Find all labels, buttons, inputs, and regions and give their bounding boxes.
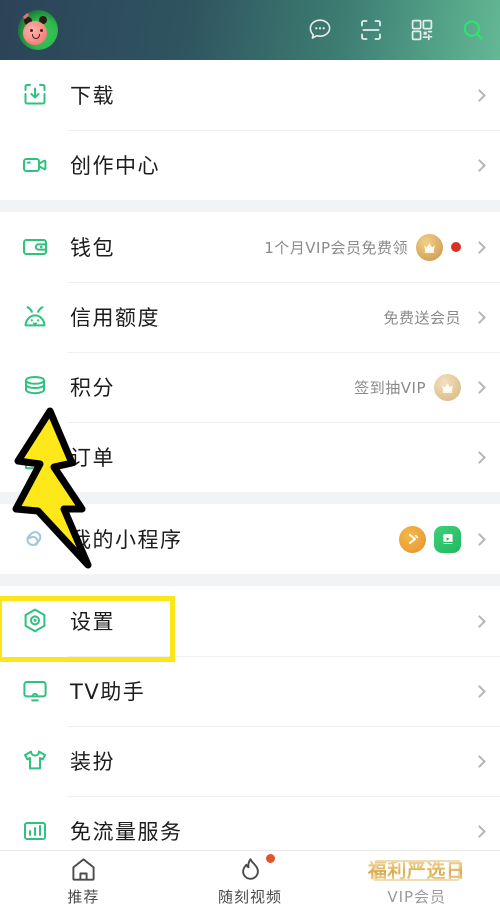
chevron-right-icon	[473, 754, 486, 768]
credit-icon	[18, 300, 52, 334]
menu-group-content: 下载 创作中心	[0, 60, 500, 200]
menu-row-right	[469, 684, 486, 698]
nav-item-vip[interactable]: 福利严选日 VIP会员	[333, 851, 500, 912]
points-icon	[18, 370, 52, 404]
points-promo-text: 签到抽VIP	[354, 378, 426, 397]
menu-row-label: 创作中心	[70, 154, 160, 178]
menu-row-label: 装扮	[70, 750, 115, 774]
vip-banner: 福利严选日	[368, 856, 466, 883]
nav-item-label: VIP会员	[387, 888, 447, 906]
chevron-right-icon	[473, 450, 486, 464]
menu-row-settings[interactable]: 设置	[0, 586, 500, 656]
section-divider	[0, 200, 500, 212]
search-icon[interactable]	[460, 17, 486, 43]
menu-row-right: 免费送会员	[383, 307, 486, 328]
menu-group-settings: 设置 TV助手 装扮 免流量服务	[0, 586, 500, 866]
menu-row-mini-programs[interactable]: 我的小程序	[0, 504, 500, 574]
menu-row-label: 免流量服务	[70, 820, 183, 844]
dressup-icon	[18, 744, 52, 778]
menu-row-label: TV助手	[70, 680, 146, 704]
settings-icon	[18, 604, 52, 638]
message-icon[interactable]	[307, 17, 333, 43]
tv-icon	[18, 674, 52, 708]
download-icon	[18, 78, 52, 112]
chevron-right-icon	[473, 88, 486, 102]
top-header	[0, 0, 500, 60]
menu-row-right	[469, 158, 486, 172]
menu-row-label: 信用额度	[70, 306, 160, 330]
flame-icon	[237, 853, 275, 883]
menu-row-right	[469, 614, 486, 628]
credit-promo-text: 免费送会员	[383, 308, 461, 327]
wallet-promo-text: 1个月VIP会员免费领	[264, 238, 408, 257]
menu-row-label: 设置	[70, 610, 115, 634]
menu-row-right: 1个月VIP会员免费领	[264, 233, 486, 261]
menu-group-finance: 钱包 1个月VIP会员免费领 信用额度 免费送会员 积分 签到抽VIP 订单	[0, 212, 500, 492]
menu-row-label: 我的小程序	[70, 528, 183, 552]
menu-row-wallet[interactable]: 钱包 1个月VIP会员免费领	[0, 212, 500, 282]
menu-row-right	[469, 754, 486, 768]
menu-row-download[interactable]: 下载	[0, 60, 500, 130]
avatar-eye-right	[40, 29, 43, 32]
chevron-right-icon	[473, 532, 486, 546]
chevron-right-icon	[473, 824, 486, 838]
nav-item-label: 随刻视频	[218, 887, 283, 906]
home-icon	[70, 857, 97, 883]
chevron-right-icon	[473, 380, 486, 394]
menu-row-tv-assistant[interactable]: TV助手	[0, 656, 500, 726]
qrcode-icon[interactable]	[409, 17, 435, 43]
section-divider	[0, 574, 500, 586]
section-divider	[0, 492, 500, 504]
menu-row-right	[469, 88, 486, 102]
menu-row-label: 订单	[70, 446, 115, 470]
scan-icon[interactable]	[358, 17, 384, 43]
menu-row-label: 钱包	[70, 236, 115, 260]
bottom-navigation-bar: 推荐 随刻视频 福利严选日 VIP会员	[0, 850, 500, 912]
creation-center-icon	[18, 148, 52, 182]
crown-badge-muted	[434, 373, 461, 401]
menu-row-right	[469, 824, 486, 838]
free-data-icon	[18, 814, 52, 848]
nav-item-label: 推荐	[67, 887, 100, 906]
nav-item-suike-video[interactable]: 随刻视频	[167, 851, 334, 912]
menu-row-right	[469, 450, 486, 464]
notification-red-dot	[451, 242, 461, 252]
orders-icon	[18, 440, 52, 474]
chevron-right-icon	[473, 240, 486, 254]
mini-program-icon	[18, 522, 52, 556]
chevron-right-icon	[473, 158, 486, 172]
user-avatar[interactable]	[18, 10, 58, 50]
menu-row-creation-center[interactable]: 创作中心	[0, 130, 500, 200]
mini-app-green-icon[interactable]	[434, 525, 461, 553]
chevron-right-icon	[473, 684, 486, 698]
avatar-eye-left	[30, 29, 33, 32]
menu-row-orders[interactable]: 订单	[0, 422, 500, 492]
crown-badge	[416, 233, 443, 261]
menu-row-dressup[interactable]: 装扮	[0, 726, 500, 796]
header-icon-group	[307, 17, 486, 43]
chevron-right-icon	[473, 310, 486, 324]
avatar-face	[23, 21, 47, 45]
wallet-icon	[18, 230, 52, 264]
app-root: 下载 创作中心 钱包 1个月VIP会员免费领 信用额度 免费送会员 积分 签到抽…	[0, 0, 500, 912]
menu-row-label: 积分	[70, 376, 115, 400]
menu-row-points[interactable]: 积分 签到抽VIP	[0, 352, 500, 422]
menu-group-mini-programs: 我的小程序	[0, 504, 500, 574]
nav-item-recommend[interactable]: 推荐	[0, 851, 167, 912]
menu-row-label: 下载	[70, 84, 115, 108]
nav-red-dot	[265, 853, 275, 863]
mini-app-orange-icon[interactable]	[399, 525, 426, 553]
menu-row-right	[399, 525, 486, 553]
chevron-right-icon	[473, 614, 486, 628]
menu-row-right: 签到抽VIP	[354, 373, 486, 401]
menu-row-credit-limit[interactable]: 信用额度 免费送会员	[0, 282, 500, 352]
